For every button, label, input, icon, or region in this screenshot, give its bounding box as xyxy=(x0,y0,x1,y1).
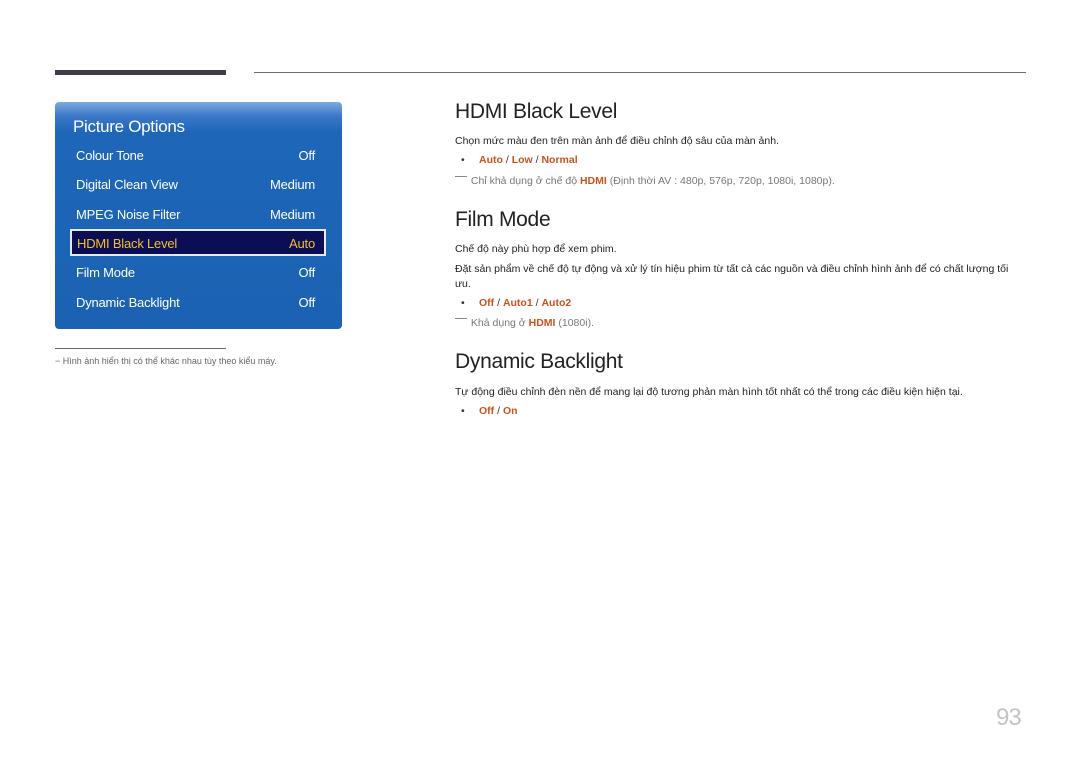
availability-note: Khả dụng ở HDMI (1080i). xyxy=(455,317,594,329)
menu-item-value: Off xyxy=(298,265,315,280)
separator: / xyxy=(535,297,539,309)
section-description: Chọn mức màu đen trên màn ảnh để điều ch… xyxy=(455,135,779,147)
section-title-dynamic-backlight: Dynamic Backlight xyxy=(455,350,623,373)
bullet: • xyxy=(461,297,465,309)
note-highlight: HDMI xyxy=(579,175,607,187)
menu-item-dynamic-backlight[interactable]: Dynamic Backlight Off xyxy=(71,290,325,315)
menu-item-label: Digital Clean View xyxy=(76,177,178,192)
options-list: • Auto / Low / Normal xyxy=(461,154,578,166)
section-title-hdmi-black-level: HDMI Black Level xyxy=(455,100,618,123)
header-rule-thick xyxy=(55,70,226,75)
menu-item-value: Auto xyxy=(289,236,315,251)
separator: / xyxy=(535,154,539,166)
note-highlight: HDMI xyxy=(528,317,556,329)
separator: / xyxy=(505,154,509,166)
note-text: Chỉ khả dụng ở chế độ xyxy=(470,175,578,187)
option-low: Low xyxy=(511,154,533,166)
section-title-film-mode: Film Mode xyxy=(455,208,551,231)
picture-options-panel: Picture Options Colour Tone Off Digital … xyxy=(55,102,342,329)
menu-item-film-mode[interactable]: Film Mode Off xyxy=(71,260,325,285)
option-normal: Normal xyxy=(541,154,578,166)
section-description: Tự động điều chỉnh đèn nền để mang lại đ… xyxy=(455,386,963,398)
menu-item-digital-clean-view[interactable]: Digital Clean View Medium xyxy=(71,172,325,197)
separator: / xyxy=(497,297,501,309)
separator: / xyxy=(497,405,501,417)
menu-item-hdmi-black-level[interactable]: HDMI Black Level Auto xyxy=(70,229,326,256)
note-text: Khả dụng ở xyxy=(470,317,526,329)
menu-item-mpeg-noise-filter[interactable]: MPEG Noise Filter Medium xyxy=(71,202,325,227)
panel-title: Picture Options xyxy=(73,117,185,136)
menu-item-colour-tone[interactable]: Colour Tone Off xyxy=(71,143,325,168)
availability-note: Chỉ khả dụng ở chế độ HDMI (Định thời AV… xyxy=(455,175,835,187)
option-auto2: Auto2 xyxy=(541,297,572,309)
section-description: Đặt sản phẩm về chế độ tự động và xử lý … xyxy=(455,263,1009,290)
option-off: Off xyxy=(479,297,495,309)
menu-item-label: Colour Tone xyxy=(76,148,144,163)
page-number: 93 xyxy=(996,704,1022,731)
menu-item-value: Medium xyxy=(269,207,315,222)
menu-item-label: Dynamic Backlight xyxy=(76,295,180,310)
note-text: (1080i). xyxy=(558,317,594,329)
note-text: (Định thời AV : 480p, 576p, 720p, 1080i,… xyxy=(609,175,835,187)
option-auto1: Auto1 xyxy=(502,297,533,309)
menu-item-value: Off xyxy=(298,148,315,163)
option-on: On xyxy=(502,405,518,417)
bullet: • xyxy=(461,405,465,417)
bullet: • xyxy=(461,154,465,166)
menu-item-value: Off xyxy=(298,295,315,310)
note-dash-icon xyxy=(455,318,467,319)
footnote: − Hình ảnh hiển thị có thể khác nhau tùy… xyxy=(55,356,277,366)
note-dash-icon xyxy=(455,176,467,177)
menu-item-label: MPEG Noise Filter xyxy=(76,207,181,222)
menu-item-label: HDMI Black Level xyxy=(77,236,178,251)
header-rule-thin xyxy=(254,72,1026,73)
menu-item-value: Medium xyxy=(269,177,315,192)
option-off: Off xyxy=(479,405,495,417)
options-list: • Off / On xyxy=(461,405,518,417)
options-list: • Off / Auto1 / Auto2 xyxy=(461,297,571,309)
section-description: Chế độ này phù hợp để xem phim. xyxy=(455,243,617,255)
footnote-divider xyxy=(55,348,226,349)
menu-item-label: Film Mode xyxy=(76,265,135,280)
option-auto: Auto xyxy=(479,154,503,166)
